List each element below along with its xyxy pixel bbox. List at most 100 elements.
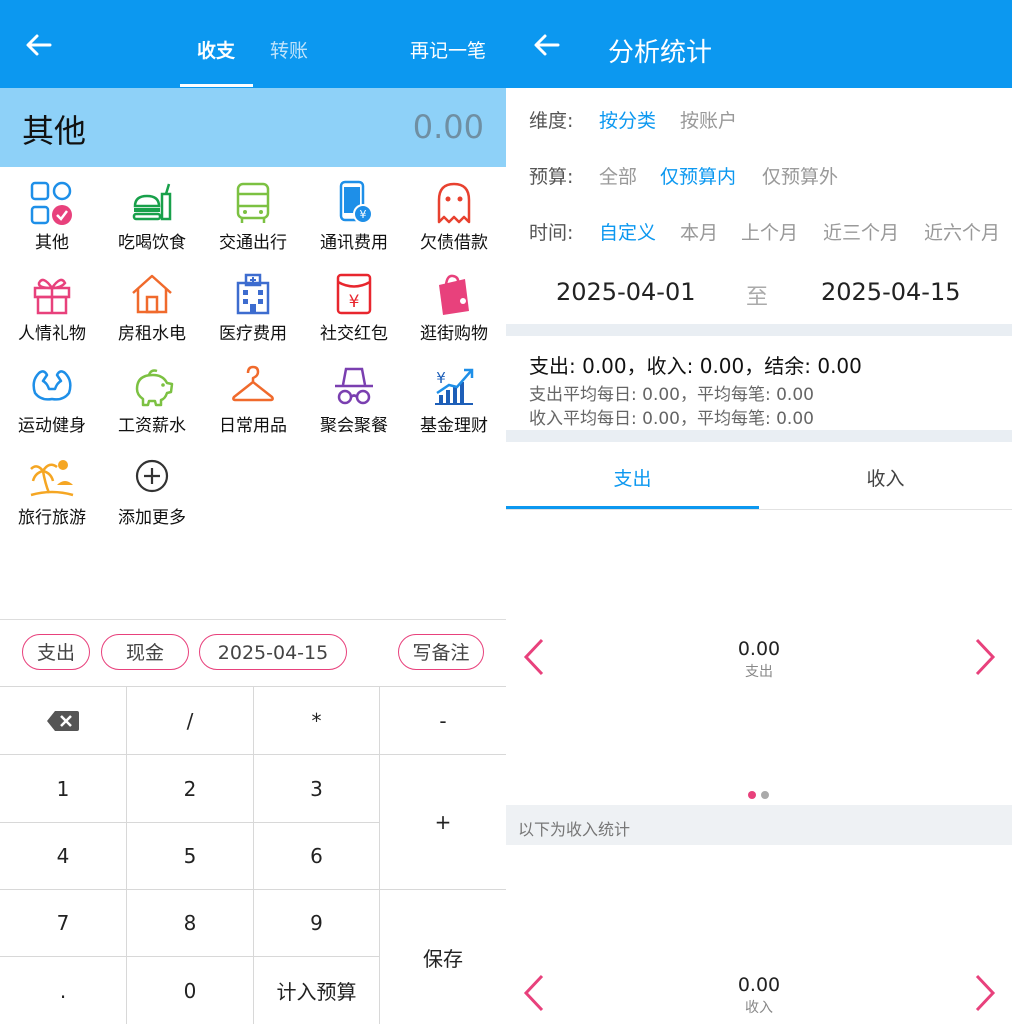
category-label: 交通出行 [219, 233, 287, 253]
category-label: 工资薪水 [118, 416, 186, 436]
budget-out-only[interactable]: 仅预算外 [762, 162, 838, 189]
divider [0, 619, 506, 620]
page-title: 分析统计 [608, 38, 713, 68]
key-divide[interactable]: / [127, 687, 254, 755]
key-dot[interactable]: . [0, 957, 127, 1024]
record-again-button[interactable]: 再记一笔 [410, 36, 486, 63]
category-label: 社交红包 [320, 324, 388, 344]
category-food[interactable]: 吃喝饮食 [102, 180, 202, 253]
ghost-icon [437, 182, 471, 224]
tab-income-expense[interactable]: 收支 [197, 36, 235, 63]
piggy-bank-icon [135, 369, 174, 407]
category-label: 日常用品 [219, 416, 287, 436]
expense-value-label: 支出 [745, 664, 773, 680]
dimension-by-account[interactable]: 按账户 [680, 106, 737, 133]
record-header: 收支 转账 再记一笔 [0, 0, 506, 88]
dimension-by-category[interactable]: 按分类 [599, 106, 656, 133]
category-label: 逛街购物 [420, 324, 488, 344]
save-button[interactable]: 保存 [380, 890, 506, 1024]
stock-chart-icon: ¥ [435, 368, 474, 405]
end-date[interactable]: 2025-04-15 [821, 278, 960, 306]
section-divider [506, 324, 1012, 336]
next-arrow-icon[interactable] [969, 973, 999, 1013]
back-arrow-icon[interactable] [532, 30, 562, 60]
category-shopping[interactable]: 逛街购物 [404, 271, 504, 344]
category-label: 医疗费用 [219, 324, 287, 344]
category-fitness[interactable]: 运动健身 [2, 363, 102, 436]
key-minus[interactable]: - [380, 687, 506, 755]
category-add-more[interactable]: 添加更多 [102, 455, 202, 528]
time-last-month[interactable]: 上个月 [741, 218, 798, 245]
amount-display: 0.00 [412, 108, 484, 146]
shopping-bag-icon [439, 274, 469, 315]
back-arrow-icon[interactable] [24, 30, 54, 60]
hanger-icon [232, 365, 274, 402]
gift-icon [33, 278, 71, 315]
key-8[interactable]: 8 [127, 890, 254, 957]
income-value-label: 收入 [745, 1000, 773, 1016]
key-3[interactable]: 3 [254, 755, 380, 823]
category-transport[interactable]: 交通出行 [203, 180, 303, 253]
category-other[interactable]: 其他 [2, 180, 102, 253]
dimension-label: 维度: [529, 110, 574, 132]
time-custom[interactable]: 自定义 [599, 218, 656, 245]
category-party[interactable]: 聚会聚餐 [304, 363, 404, 436]
hospital-icon [236, 273, 270, 315]
category-label: 基金理财 [420, 416, 488, 436]
key-5[interactable]: 5 [127, 823, 254, 890]
key-4[interactable]: 4 [0, 823, 127, 890]
tab-active-indicator [180, 84, 253, 87]
category-label: 吃喝饮食 [118, 233, 186, 253]
category-label: 人情礼物 [18, 324, 86, 344]
next-arrow-icon[interactable] [969, 637, 999, 677]
backspace-key[interactable] [0, 687, 127, 755]
note-chip[interactable]: 写备注 [398, 634, 484, 670]
time-last-3-months[interactable]: 近三个月 [823, 218, 899, 245]
key-2[interactable]: 2 [127, 755, 254, 823]
category-red-packet[interactable]: ¥ 社交红包 [304, 271, 404, 344]
expense-averages: 支出平均每日: 0.00，平均每笔: 0.00 [529, 385, 814, 405]
page-indicator-active [748, 791, 756, 799]
category-label: 通讯费用 [320, 233, 388, 253]
start-date[interactable]: 2025-04-01 [556, 278, 695, 306]
category-telecom[interactable]: ¥ 通讯费用 [304, 180, 404, 253]
category-salary[interactable]: 工资薪水 [102, 363, 202, 436]
category-daily[interactable]: 日常用品 [203, 363, 303, 436]
category-fund[interactable]: ¥ 基金理财 [404, 363, 504, 436]
tab-income[interactable]: 收入 [759, 464, 1012, 491]
selected-category: 其他 [22, 112, 87, 150]
type-chip[interactable]: 支出 [22, 634, 90, 670]
budget-label: 预算: [529, 166, 574, 188]
key-plus[interactable]: + [380, 755, 506, 890]
muscle-icon [32, 370, 72, 401]
time-last-6-months[interactable]: 近六个月 [924, 218, 1000, 245]
category-debt[interactable]: 欠债借款 [404, 180, 504, 253]
add-to-budget-button[interactable]: 计入预算 [254, 957, 380, 1024]
category-travel[interactable]: 旅行旅游 [2, 455, 102, 528]
key-multiply[interactable]: * [254, 687, 380, 755]
key-6[interactable]: 6 [254, 823, 380, 890]
category-rent[interactable]: 房租水电 [102, 271, 202, 344]
tab-expense[interactable]: 支出 [506, 464, 759, 491]
category-label: 运动健身 [18, 416, 86, 436]
time-this-month[interactable]: 本月 [680, 218, 718, 245]
income-section-label: 以下为收入统计 [518, 820, 631, 839]
category-label: 旅行旅游 [18, 508, 86, 528]
key-1[interactable]: 1 [0, 755, 127, 823]
house-icon [132, 274, 172, 314]
key-9[interactable]: 9 [254, 890, 380, 957]
summary-totals: 支出: 0.00，收入: 0.00，结余: 0.00 [529, 354, 862, 378]
date-chip[interactable]: 2025-04-15 [199, 634, 347, 670]
key-0[interactable]: 0 [127, 957, 254, 1024]
svg-text:¥: ¥ [349, 292, 360, 312]
category-medical[interactable]: 医疗费用 [203, 271, 303, 344]
key-7[interactable]: 7 [0, 890, 127, 957]
category-gift[interactable]: 人情礼物 [2, 271, 102, 344]
budget-in-only[interactable]: 仅预算内 [660, 162, 736, 189]
account-chip[interactable]: 现金 [101, 634, 189, 670]
budget-all[interactable]: 全部 [599, 162, 637, 189]
svg-text:¥: ¥ [360, 208, 367, 221]
category-label: 聚会聚餐 [320, 416, 388, 436]
tab-transfer[interactable]: 转账 [270, 36, 308, 63]
expense-value: 0.00 [737, 638, 781, 660]
